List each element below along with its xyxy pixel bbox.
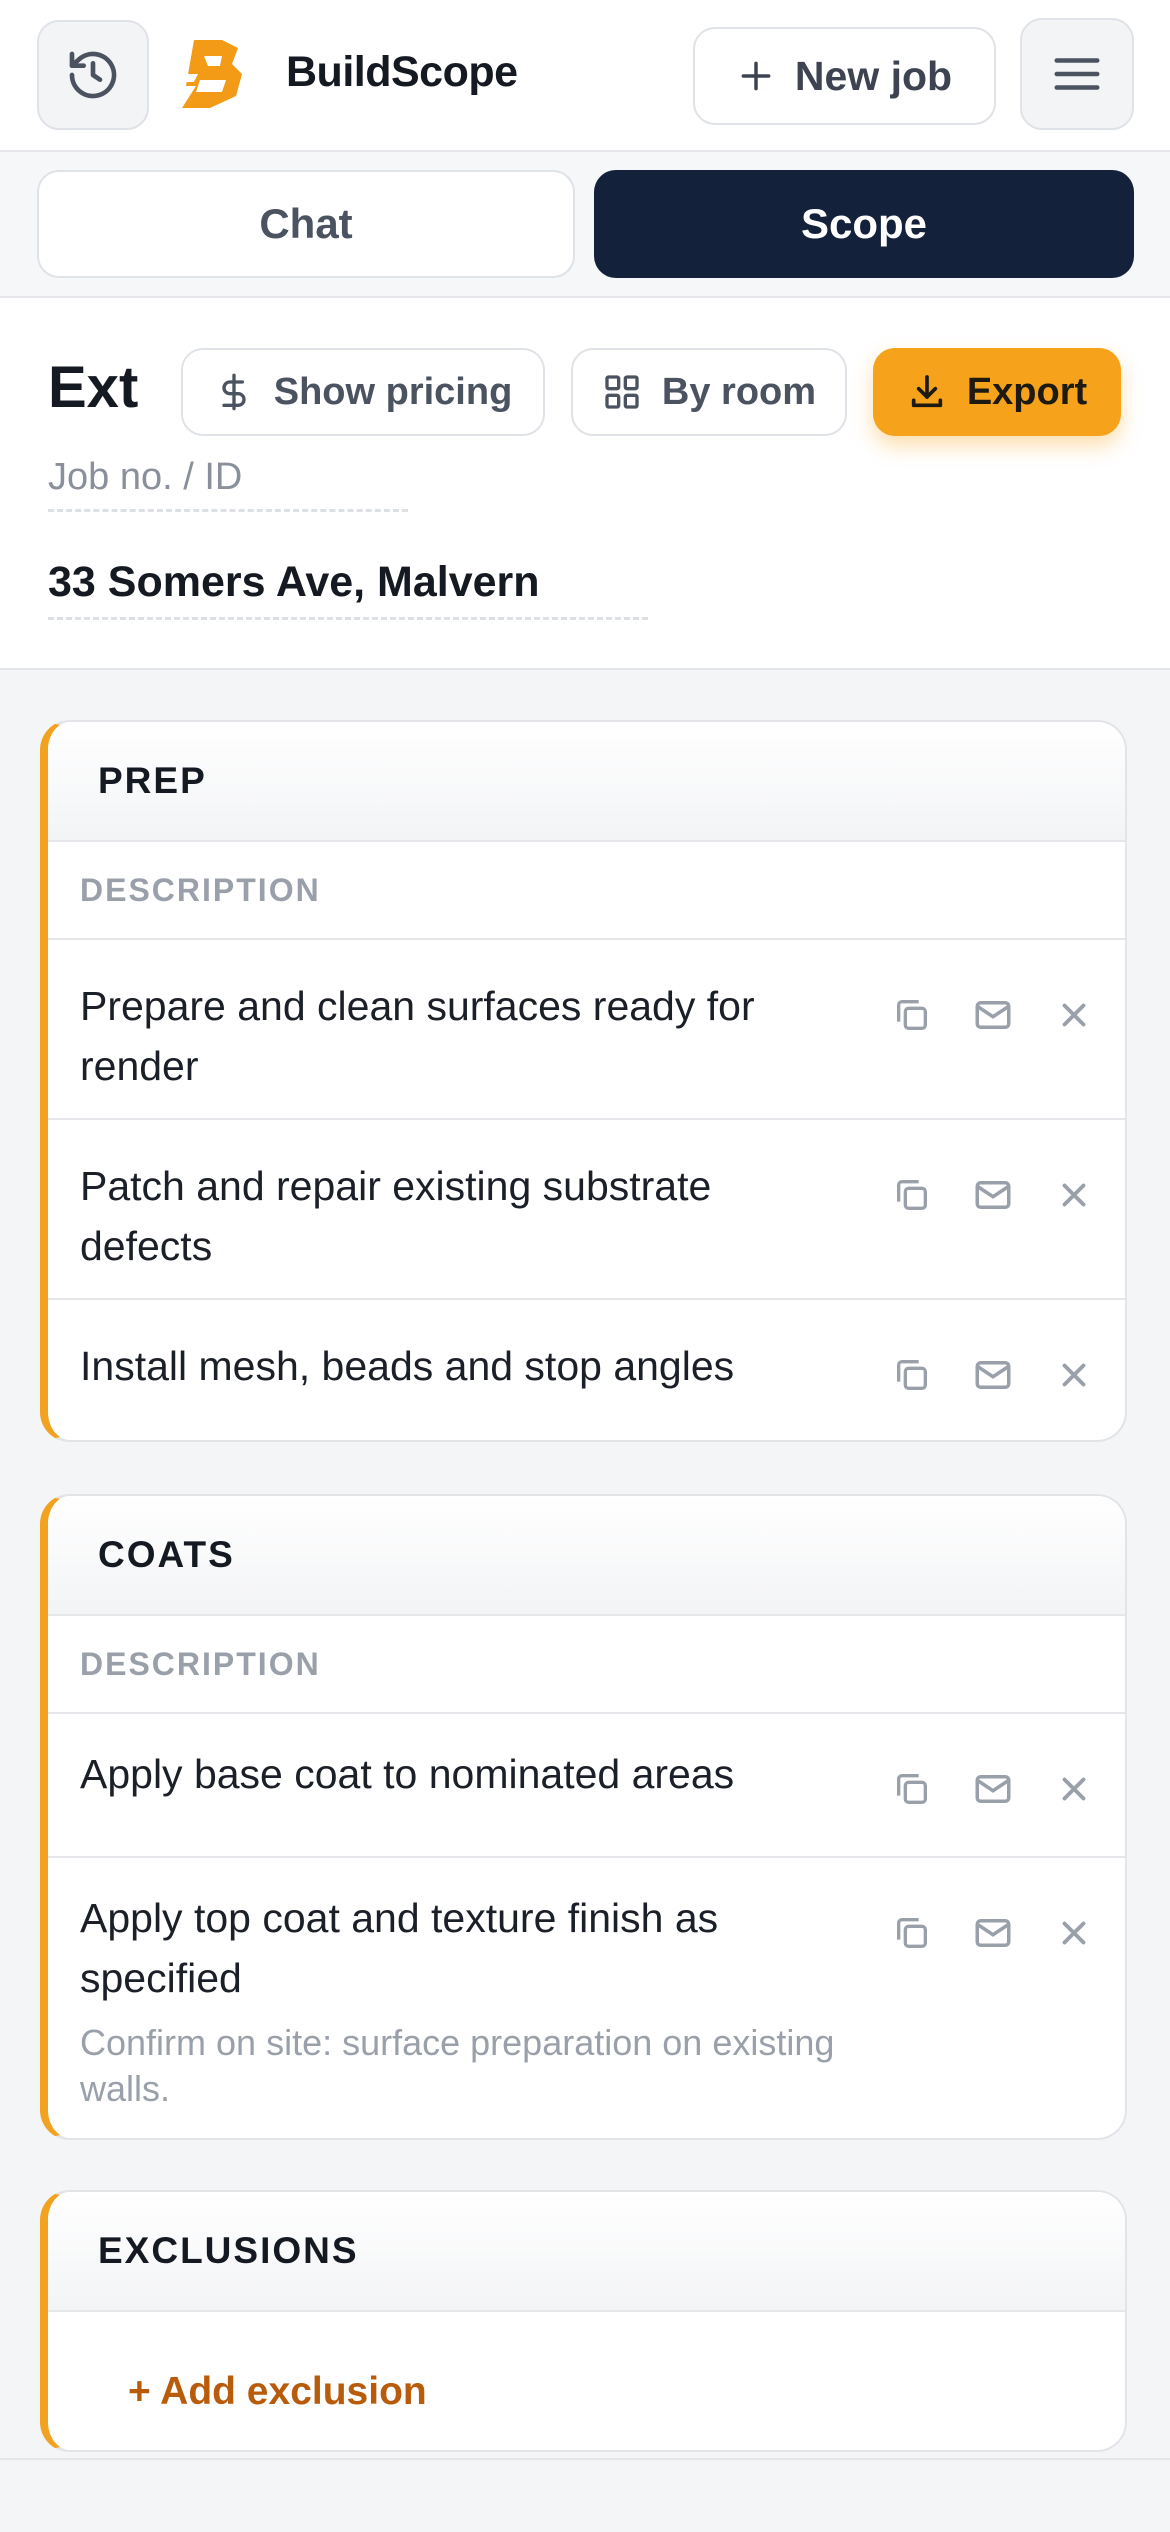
- add-exclusion-button[interactable]: + Add exclusion: [128, 2370, 427, 2414]
- table-row: Prepare and clean surfaces ready for ren…: [48, 940, 1125, 1120]
- table-row: Apply base coat to nominated areas: [48, 1714, 1125, 1858]
- by-room-button[interactable]: By room: [571, 348, 847, 436]
- new-job-label: New job: [794, 52, 953, 99]
- section-coats: COATS DESCRIPTION Apply base coat to nom…: [40, 1494, 1127, 2140]
- section-prep: PREP DESCRIPTION Prepare and clean surfa…: [40, 720, 1127, 1442]
- brand-name: BuildScope: [286, 48, 518, 96]
- dollar-icon: [222, 373, 246, 411]
- section-title: EXCLUSIONS: [48, 2192, 1125, 2312]
- mail-icon[interactable]: [969, 1909, 1017, 1957]
- item-description[interactable]: Patch and repair existing substrate defe…: [80, 1156, 840, 1276]
- copy-icon[interactable]: [888, 1351, 936, 1399]
- column-header: DESCRIPTION: [48, 1616, 1125, 1714]
- tab-chat[interactable]: Chat: [37, 170, 575, 278]
- job-header: Ext Show pricing By room Export Job no. …: [0, 298, 1170, 670]
- item-description[interactable]: Install mesh, beads and stop angles: [80, 1336, 840, 1396]
- by-room-label: By room: [661, 370, 817, 413]
- copy-icon[interactable]: [888, 1765, 936, 1813]
- address-field[interactable]: 33 Somers Ave, Malvern: [48, 558, 648, 620]
- copy-icon[interactable]: [888, 1171, 936, 1219]
- section-exclusions: EXCLUSIONS + Add exclusion: [40, 2190, 1127, 2452]
- close-icon[interactable]: [1050, 991, 1098, 1039]
- table-row: Install mesh, beads and stop angles: [48, 1300, 1125, 1440]
- column-header: DESCRIPTION: [48, 842, 1125, 940]
- item-note: Confirm on site: surface preparation on …: [80, 2022, 835, 2109]
- tab-scope[interactable]: Scope: [594, 170, 1134, 278]
- plus-icon: [741, 61, 771, 91]
- copy-icon[interactable]: [888, 991, 936, 1039]
- section-title: COATS: [48, 1496, 1125, 1616]
- close-icon[interactable]: [1050, 1171, 1098, 1219]
- new-job-button[interactable]: New job: [693, 27, 996, 125]
- copy-icon[interactable]: [888, 1909, 936, 1957]
- export-label: Export: [966, 370, 1088, 413]
- show-pricing-label: Show pricing: [273, 370, 513, 413]
- table-row: Apply top coat and texture finish as spe…: [48, 1858, 1125, 2138]
- close-icon[interactable]: [1050, 1765, 1098, 1813]
- item-description[interactable]: Prepare and clean surfaces ready for ren…: [80, 976, 840, 1096]
- history-button[interactable]: [37, 20, 149, 130]
- mail-icon[interactable]: [969, 991, 1017, 1039]
- close-icon[interactable]: [1050, 1351, 1098, 1399]
- table-row: Patch and repair existing substrate defe…: [48, 1120, 1125, 1300]
- section-title: PREP: [48, 722, 1125, 842]
- top-bar: BuildScope New job: [0, 0, 1170, 152]
- show-pricing-button[interactable]: Show pricing: [181, 348, 545, 436]
- job-number-field[interactable]: Job no. / ID: [48, 456, 408, 512]
- item-description[interactable]: Apply top coat and texture finish as spe…: [80, 1888, 840, 2008]
- mail-icon[interactable]: [969, 1765, 1017, 1813]
- menu-button[interactable]: [1020, 18, 1134, 130]
- row-actions: [888, 1350, 1098, 1400]
- job-title[interactable]: Ext: [48, 354, 140, 418]
- history-icon: [69, 51, 117, 99]
- row-actions: [888, 1764, 1098, 1814]
- hamburger-icon: [1054, 58, 1100, 90]
- row-actions: [888, 1908, 1098, 1958]
- buildscope-logo: [178, 40, 242, 108]
- mail-icon[interactable]: [969, 1351, 1017, 1399]
- item-description[interactable]: Apply base coat to nominated areas: [80, 1744, 840, 1804]
- close-icon[interactable]: [1050, 1909, 1098, 1957]
- export-button[interactable]: Export: [873, 348, 1121, 436]
- divider: [0, 2458, 1170, 2460]
- download-icon: [911, 375, 942, 408]
- view-tabs: Chat Scope: [0, 152, 1170, 298]
- row-actions: [888, 990, 1098, 1040]
- grid-icon: [605, 375, 639, 409]
- row-actions: [888, 1170, 1098, 1220]
- mail-icon[interactable]: [969, 1171, 1017, 1219]
